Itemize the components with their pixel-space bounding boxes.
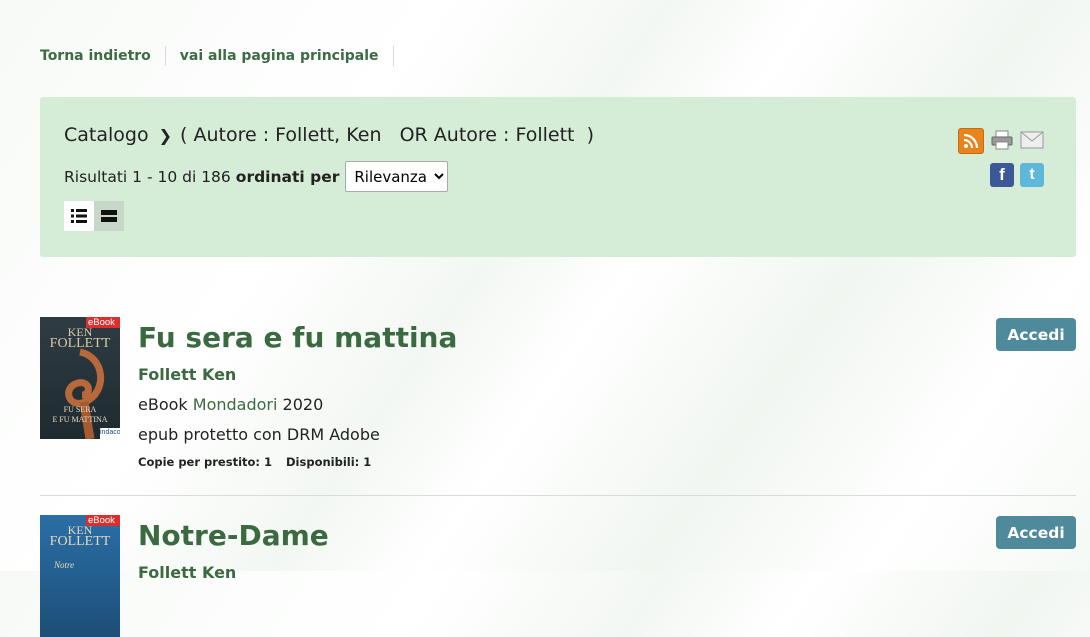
access-button[interactable]: Accedi	[996, 318, 1076, 351]
nav-separator	[392, 46, 394, 66]
book-format: eBook	[138, 395, 188, 414]
cover-author-bottom: FOLLETT	[49, 336, 111, 351]
book-title-link[interactable]: Fu sera e fu mattina	[138, 321, 457, 354]
rss-icon[interactable]	[958, 128, 984, 154]
chevron-right-icon: ❯	[158, 125, 172, 145]
top-navigation: Torna indietro vai alla pagina principal…	[40, 46, 408, 66]
facebook-icon[interactable]: f	[990, 163, 1014, 187]
book-publisher-link[interactable]: Mondadori	[193, 395, 278, 414]
nav-separator	[164, 46, 166, 66]
result-divider	[40, 495, 1076, 496]
share-icons: f t	[954, 128, 1044, 187]
book-title-link[interactable]: Notre-Dame	[138, 519, 329, 552]
printer-icon[interactable]	[990, 128, 1014, 152]
available-copies: Disponibili: 1	[286, 455, 372, 469]
sort-select[interactable]: Rilevanza	[345, 161, 449, 192]
book-cover[interactable]: eBook KEN FOLLETT Notre	[40, 515, 120, 637]
book-author-link[interactable]: Follett Ken	[138, 563, 236, 582]
cover-title-line-1: Notre	[54, 560, 75, 570]
catalog-link[interactable]: Catalogo	[64, 124, 149, 146]
envelope-icon[interactable]	[1020, 128, 1044, 152]
access-button[interactable]: Accedi	[996, 516, 1076, 549]
cover-publisher-logo: indaco	[100, 429, 120, 436]
full-view-icon[interactable]	[94, 201, 124, 231]
back-link[interactable]: Torna indietro	[40, 48, 151, 64]
book-edition-info: eBook Mondadori 2020	[138, 395, 323, 414]
results-count: Risultati 1 - 10 di 186	[64, 167, 231, 186]
query-close-paren: )	[586, 124, 595, 146]
search-query: Autore : Follett, Ken OR Autore : Follet…	[187, 124, 587, 146]
query-open-paren: (	[180, 124, 188, 146]
cover-author-bottom: FOLLETT	[49, 534, 111, 549]
view-toggle	[64, 201, 124, 231]
book-year: 2020	[282, 395, 324, 414]
sort-label: ordinati per	[235, 167, 340, 186]
cover-title-line-1: FU SERA	[63, 405, 97, 414]
book-drm-info: epub protetto con DRM Adobe	[138, 425, 380, 444]
home-link[interactable]: vai alla pagina principale	[180, 48, 379, 64]
list-view-icon[interactable]	[64, 201, 94, 231]
results-summary: Risultati 1 - 10 di 186 ordinati per Ril…	[64, 161, 449, 192]
search-summary-panel: Catalogo ❯ ( Autore : Follett, Ken OR Au…	[40, 97, 1076, 257]
book-author-link[interactable]: Follett Ken	[138, 365, 236, 384]
book-cover[interactable]: eBook KEN FOLLETT FU SERA E FU MATTINA i…	[40, 317, 120, 439]
book-availability: Copie per prestito: 1 Disponibili: 1	[138, 455, 371, 469]
cover-title-line-2: E FU MATTINA	[52, 415, 108, 424]
twitter-icon[interactable]: t	[1020, 163, 1044, 187]
breadcrumb: Catalogo ❯ ( Autore : Follett, Ken OR Au…	[64, 124, 594, 146]
loan-copies: Copie per prestito: 1	[138, 455, 273, 469]
